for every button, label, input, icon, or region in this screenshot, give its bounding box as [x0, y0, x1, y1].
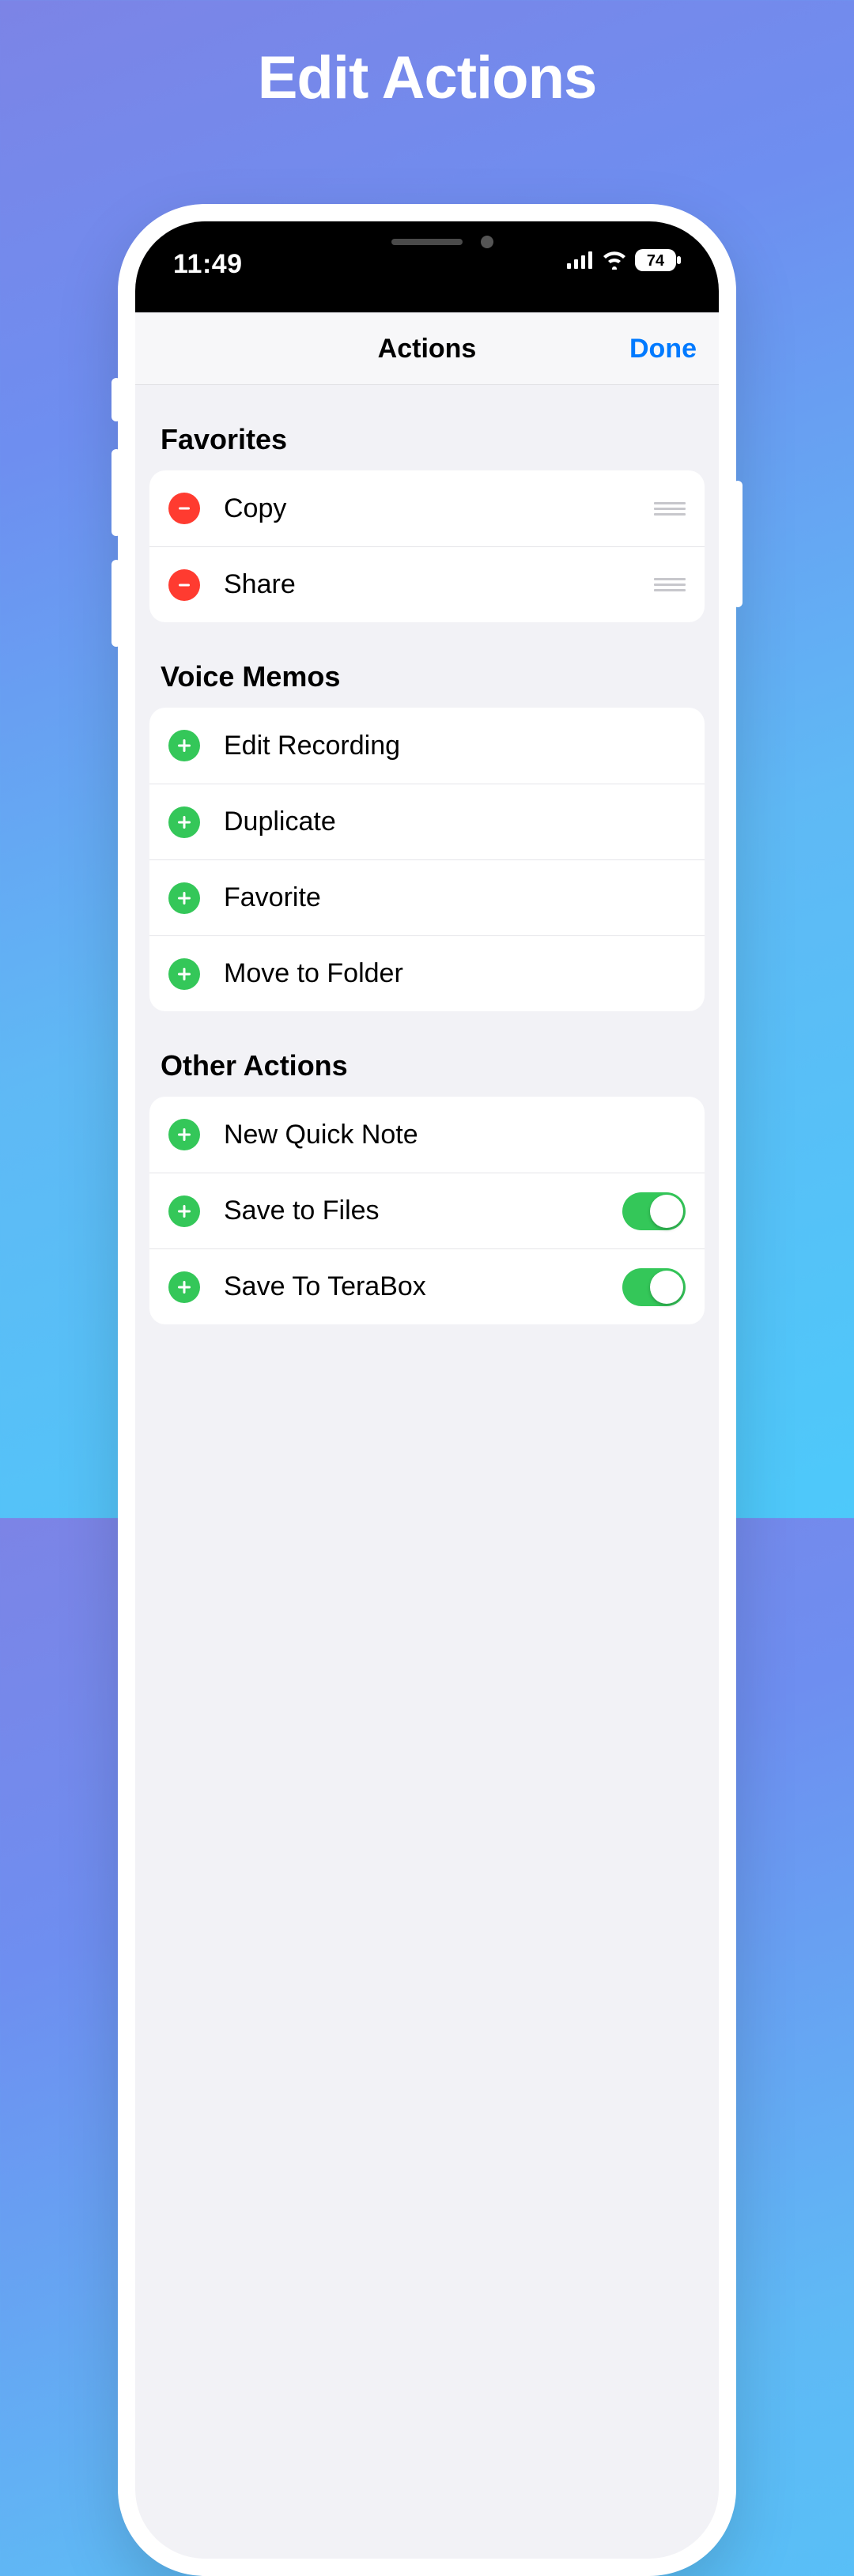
row-label: Move to Folder [224, 958, 686, 989]
voice-memo-row[interactable]: Edit Recording [149, 708, 705, 784]
row-label: Save to Files [224, 1195, 622, 1226]
add-icon[interactable] [168, 958, 200, 990]
drag-handle-icon[interactable] [654, 502, 686, 516]
sheet-header: Actions Done [135, 312, 719, 385]
wifi-icon [602, 251, 627, 270]
phone-frame: 11:49 74 [118, 204, 736, 2576]
content-scroller[interactable]: Favorites Copy Share Voi [135, 385, 719, 1324]
phone-side-button [111, 449, 121, 536]
drag-handle-icon[interactable] [654, 578, 686, 591]
row-label: Copy [224, 493, 654, 524]
row-label: Share [224, 569, 654, 600]
favorite-row[interactable]: Share [149, 546, 705, 622]
status-bar: 11:49 74 [135, 221, 719, 312]
remove-icon[interactable] [168, 493, 200, 524]
notch-speaker [391, 239, 463, 245]
row-label: Save To TeraBox [224, 1271, 622, 1302]
toggle-switch[interactable] [622, 1192, 686, 1230]
section-header-favorites: Favorites [135, 385, 719, 470]
notch [308, 221, 546, 269]
phone-screen: 11:49 74 [135, 221, 719, 2559]
row-label: Edit Recording [224, 731, 686, 761]
remove-icon[interactable] [168, 569, 200, 601]
voice-memo-row[interactable]: Favorite [149, 859, 705, 935]
row-label: Duplicate [224, 806, 686, 837]
add-icon[interactable] [168, 882, 200, 914]
other-row[interactable]: New Quick Note [149, 1097, 705, 1173]
voice-memo-row[interactable]: Move to Folder [149, 935, 705, 1011]
voice-memo-row[interactable]: Duplicate [149, 784, 705, 859]
status-right: 74 [567, 249, 681, 271]
row-label: Favorite [224, 882, 686, 913]
toggle-switch[interactable] [622, 1268, 686, 1306]
sheet-title: Actions [378, 334, 477, 364]
status-time: 11:49 [173, 249, 243, 280]
section-header-voice-memos: Voice Memos [135, 622, 719, 708]
other-row[interactable]: Save To TeraBox [149, 1248, 705, 1324]
hero-title: Edit Actions [258, 43, 597, 112]
phone-side-button [111, 560, 121, 647]
other-row[interactable]: Save to Files [149, 1173, 705, 1248]
add-icon[interactable] [168, 1195, 200, 1227]
add-icon[interactable] [168, 1271, 200, 1303]
svg-text:74: 74 [647, 252, 665, 270]
phone-side-button [733, 481, 743, 607]
add-icon[interactable] [168, 1119, 200, 1150]
add-icon[interactable] [168, 730, 200, 761]
other-actions-card: New Quick Note Save to Files Save To Ter… [149, 1097, 705, 1324]
notch-camera [481, 236, 493, 248]
row-label: New Quick Note [224, 1120, 686, 1150]
add-icon[interactable] [168, 806, 200, 838]
phone-side-button [111, 378, 121, 421]
done-button[interactable]: Done [629, 334, 697, 364]
section-header-other: Other Actions [135, 1011, 719, 1097]
favorite-row[interactable]: Copy [149, 470, 705, 546]
voice-memos-card: Edit Recording Duplicate Favorite [149, 708, 705, 1011]
battery-icon: 74 [635, 249, 681, 271]
cellular-icon [567, 251, 594, 269]
favorites-card: Copy Share [149, 470, 705, 622]
